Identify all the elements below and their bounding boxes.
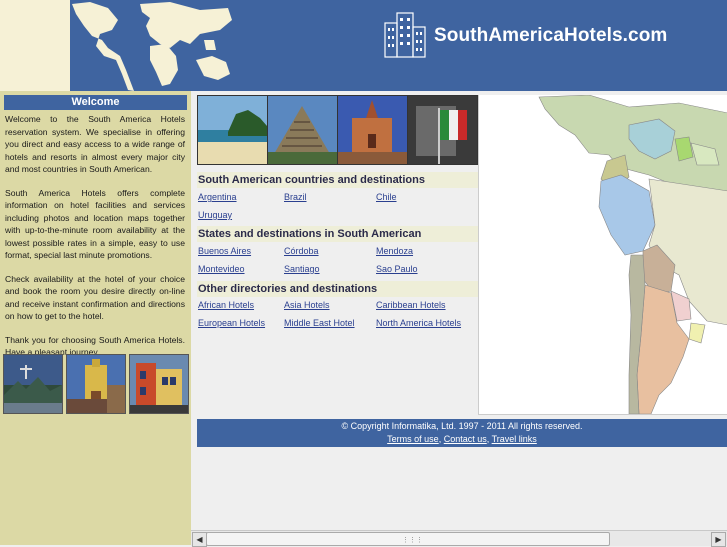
colorful-building-photo-thumbnail — [129, 354, 189, 414]
link-montevideo[interactable]: Montevideo — [198, 264, 245, 274]
link-sao-paulo[interactable]: Sao Paulo — [376, 264, 418, 274]
countries-section-title: South American countries and destination… — [197, 172, 480, 188]
link-mendoza[interactable]: Mendoza — [376, 246, 413, 256]
cathedral-photo — [338, 96, 407, 164]
footer-separator: , — [486, 434, 490, 444]
link-brazil[interactable]: Brazil — [284, 192, 307, 202]
south-america-map[interactable] — [478, 94, 727, 415]
footer-separator: , — [438, 434, 442, 444]
scrollbar-grip-icon: ⋮⋮⋮ — [402, 537, 423, 544]
link-european-hotels[interactable]: European Hotels — [198, 318, 265, 328]
hotel-building-icon — [384, 12, 426, 58]
link-african-hotels[interactable]: African Hotels — [198, 300, 254, 310]
link-middle-east-hotel[interactable]: Middle East Hotel — [284, 318, 355, 328]
header: SouthAmericaHotels.com — [0, 0, 727, 91]
contact-us-link[interactable]: Contact us — [444, 434, 487, 444]
link-santiago[interactable]: Santiago — [284, 264, 320, 274]
welcome-paragraph: Welcome to the South America Hotels rese… — [5, 114, 185, 174]
link-cordoba[interactable]: Córdoba — [284, 246, 319, 256]
welcome-paragraph: Check availability at the hotel of your … — [5, 273, 185, 322]
flag-photo — [408, 96, 477, 164]
welcome-paragraph: South America Hotels offers complete inf… — [5, 187, 185, 261]
church-photo-thumbnail — [66, 354, 126, 414]
link-buenos-aires[interactable]: Buenos Aires — [198, 246, 251, 256]
link-argentina[interactable]: Argentina — [198, 192, 237, 202]
header-world-map — [0, 0, 233, 91]
link-caribbean-hotels[interactable]: Caribbean Hotels — [376, 300, 446, 310]
welcome-text: Welcome to the South America Hotels rese… — [5, 113, 185, 370]
states-section-title: States and destinations in South America… — [197, 226, 480, 242]
sidebar: Welcome Welcome to the South America Hot… — [0, 91, 191, 545]
beach-photo — [198, 96, 267, 164]
link-chile[interactable]: Chile — [376, 192, 397, 202]
link-uruguay[interactable]: Uruguay — [198, 210, 232, 220]
site-logo-text[interactable]: SouthAmericaHotels.com — [434, 25, 667, 47]
horizontal-scrollbar[interactable]: ◀ ⋮⋮⋮ ▶ — [191, 530, 727, 547]
welcome-heading: Welcome — [4, 95, 187, 110]
destination-photo-strip — [197, 95, 479, 165]
link-north-america-hotels[interactable]: North America Hotels — [376, 318, 461, 328]
other-section-title: Other directories and destinations — [197, 281, 480, 297]
pyramid-photo — [268, 96, 337, 164]
footer-links: Terms of use, Contact us, Travel links — [197, 434, 727, 444]
world-map-graphic — [0, 0, 233, 91]
rio-photo-thumbnail — [3, 354, 63, 414]
terms-of-use-link[interactable]: Terms of use — [387, 434, 439, 444]
travel-links-link[interactable]: Travel links — [492, 434, 537, 444]
scrollbar-thumb[interactable]: ⋮⋮⋮ — [206, 532, 610, 546]
link-asia-hotels[interactable]: Asia Hotels — [284, 300, 330, 310]
south-america-map-graphic — [479, 94, 727, 415]
copyright-text: © Copyright Informatika, Ltd. 1997 - 201… — [341, 421, 583, 431]
footer: © Copyright Informatika, Ltd. 1997 - 201… — [197, 419, 727, 447]
